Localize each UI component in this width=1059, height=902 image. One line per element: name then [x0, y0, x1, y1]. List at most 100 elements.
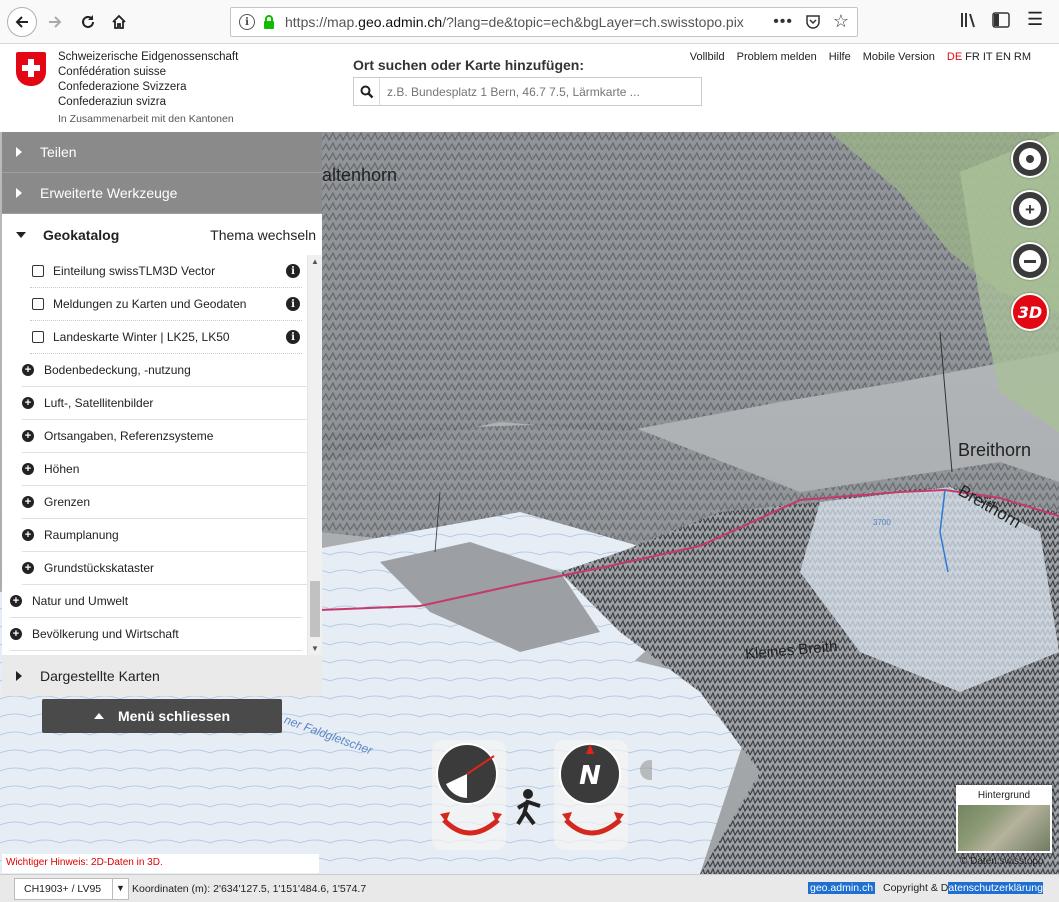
report-problem-link[interactable]: Problem melden	[737, 51, 817, 63]
expand-plus-icon[interactable]: +	[10, 595, 22, 607]
forward-button[interactable]	[40, 7, 70, 37]
expand-plus-icon[interactable]: +	[22, 364, 34, 376]
layer-checkbox[interactable]	[32, 298, 44, 310]
change-theme-link[interactable]: Thema wechseln	[210, 227, 316, 243]
geolocate-button[interactable]	[1011, 140, 1049, 178]
info-icon[interactable]: i	[239, 14, 255, 30]
cooperation-text: In Zusammenarbeit mit den Kantonen	[58, 113, 234, 125]
arrow-right-icon	[49, 16, 62, 28]
zoom-in-button[interactable]: +	[1011, 190, 1049, 228]
pegman-icon[interactable]	[516, 789, 541, 826]
search-icon[interactable]	[354, 78, 380, 105]
more-actions-icon[interactable]: •••	[773, 13, 793, 31]
layer-item[interactable]: Meldungen zu Karten und Geodaten i	[30, 288, 302, 321]
displayed-maps-label: Dargestellte Karten	[40, 667, 160, 684]
hamburger-menu-icon[interactable]: ☰	[1027, 9, 1043, 30]
caret-right-icon	[16, 670, 22, 681]
catalog-subgroup[interactable]: + Bodenbedeckung, -nutzung	[22, 354, 308, 387]
geoadmin-link[interactable]: geo.admin.ch	[808, 882, 876, 894]
camera-controls[interactable]: N	[432, 740, 652, 850]
arrow-left-icon	[15, 16, 28, 28]
back-button[interactable]	[7, 7, 37, 37]
sidebar-icon[interactable]	[992, 12, 1010, 31]
displayed-maps-section[interactable]: Dargestellte Karten	[2, 655, 322, 696]
chevron-down-icon[interactable]: ▼	[112, 879, 128, 899]
catalog-subgroup[interactable]: + Ortsangaben, Referenzsysteme	[22, 420, 308, 453]
catalog-group[interactable]: + Natur und Umwelt	[10, 585, 302, 618]
reload-button[interactable]	[73, 7, 103, 37]
layer-checkbox[interactable]	[32, 265, 44, 277]
share-section[interactable]: Teilen	[2, 132, 322, 173]
minus-icon	[1019, 250, 1041, 272]
geocatalog-header[interactable]: Geokatalog Thema wechseln	[2, 214, 322, 255]
data-copyright[interactable]: © Daten:swisstopo	[960, 856, 1044, 867]
scroll-up-icon[interactable]: ▲	[311, 257, 319, 266]
copyright-text: Copyright & D	[883, 882, 949, 894]
group-label: Natur und Umwelt	[32, 594, 129, 608]
catalog-group[interactable]: + Bevölkerung und Wirtschaft	[10, 618, 302, 651]
catalog-subgroup[interactable]: + Grundstückskataster	[22, 552, 308, 585]
lang-rm[interactable]: RM	[1014, 51, 1031, 63]
info-icon[interactable]: i	[286, 297, 300, 311]
lock-icon[interactable]	[263, 15, 275, 29]
layer-item[interactable]: Einteilung swissTLM3D Vector i	[30, 255, 302, 288]
geocatalog-tree[interactable]: Einteilung swissTLM3D Vector i Meldungen…	[2, 255, 322, 655]
search-box[interactable]	[353, 77, 702, 106]
info-icon[interactable]: i	[286, 330, 300, 344]
site-header: Schweizerische Eidgenossenschaft Confédé…	[0, 44, 1059, 132]
privacy-text[interactable]: atenschutzerklärung	[948, 882, 1043, 894]
lang-fr[interactable]: FR	[965, 51, 980, 63]
expand-plus-icon[interactable]: +	[22, 430, 34, 442]
swiss-cross-logo[interactable]	[16, 52, 46, 86]
expand-plus-icon[interactable]: +	[22, 496, 34, 508]
peak-label: altenhorn	[322, 165, 398, 185]
toggle-3d-button[interactable]: 3D	[1011, 293, 1049, 331]
conf-it: Confederazione Svizzera	[58, 81, 187, 93]
catalog-scrollbar[interactable]: ▲ ▼	[307, 255, 322, 655]
lang-de[interactable]: DE	[947, 51, 962, 63]
catalog-subgroup[interactable]: + Grenzen	[22, 486, 308, 519]
compass-north-label: N	[579, 761, 601, 791]
url-bar[interactable]: i https://map.geo.admin.ch/?lang=de&topi…	[230, 7, 858, 37]
expand-plus-icon[interactable]: +	[10, 628, 22, 640]
expand-plus-icon[interactable]: +	[22, 463, 34, 475]
help-link[interactable]: Hilfe	[829, 51, 851, 63]
info-icon[interactable]: i	[286, 264, 300, 278]
library-icon[interactable]	[960, 12, 978, 31]
expand-plus-icon[interactable]: +	[22, 397, 34, 409]
layer-checkbox[interactable]	[32, 331, 44, 343]
expand-plus-icon[interactable]: +	[22, 529, 34, 541]
scroll-down-icon[interactable]: ▼	[311, 644, 319, 653]
scrollbar-thumb[interactable]	[310, 581, 320, 637]
faded-info-icon	[640, 760, 652, 780]
catalog-subgroup[interactable]: + Höhen	[22, 453, 308, 486]
zoom-out-button[interactable]	[1011, 242, 1049, 280]
url-text[interactable]: https://map.geo.admin.ch/?lang=de&topic=…	[285, 14, 755, 30]
expand-plus-icon[interactable]: +	[22, 562, 34, 574]
confederation-names: Schweizerische Eidgenossenschaft Confédé…	[58, 50, 238, 110]
advanced-tools-section[interactable]: Erweiterte Werkzeuge	[2, 173, 322, 214]
search-input[interactable]	[380, 84, 700, 99]
conf-rm: Confederaziun svizra	[58, 96, 167, 108]
home-button[interactable]	[104, 7, 134, 37]
copyright-privacy-link[interactable]: Copyright & Datenschutzerklärung	[883, 882, 1043, 894]
lang-it[interactable]: IT	[983, 51, 993, 63]
close-menu-button[interactable]: Menü schliessen	[42, 699, 282, 733]
3d-warning[interactable]: Wichtiger Hinweis: 2D-Daten in 3D.	[2, 854, 319, 873]
home-icon	[112, 14, 126, 29]
locate-icon	[1019, 148, 1041, 170]
subgroup-label: Grundstückskataster	[44, 561, 155, 575]
language-switcher: DE FR IT EN RM	[947, 51, 1031, 63]
bookmark-star-icon[interactable]: ☆	[833, 11, 849, 32]
caret-down-icon	[16, 231, 26, 238]
catalog-subgroup[interactable]: + Raumplanung	[22, 519, 308, 552]
layer-item[interactable]: Landeskarte Winter | LK25, LK50 i	[30, 321, 302, 354]
lang-en[interactable]: EN	[996, 51, 1011, 63]
fullscreen-link[interactable]: Vollbild	[690, 51, 725, 63]
mobile-version-link[interactable]: Mobile Version	[863, 51, 935, 63]
projection-select[interactable]: CH1903+ / LV95 ▼	[14, 878, 129, 900]
catalog-subgroup[interactable]: + Luft-, Satellitenbilder	[22, 387, 308, 420]
background-selector[interactable]: Hintergrund	[956, 785, 1052, 853]
layer-label: Meldungen zu Karten und Geodaten	[53, 297, 247, 311]
pocket-icon[interactable]	[805, 14, 821, 33]
